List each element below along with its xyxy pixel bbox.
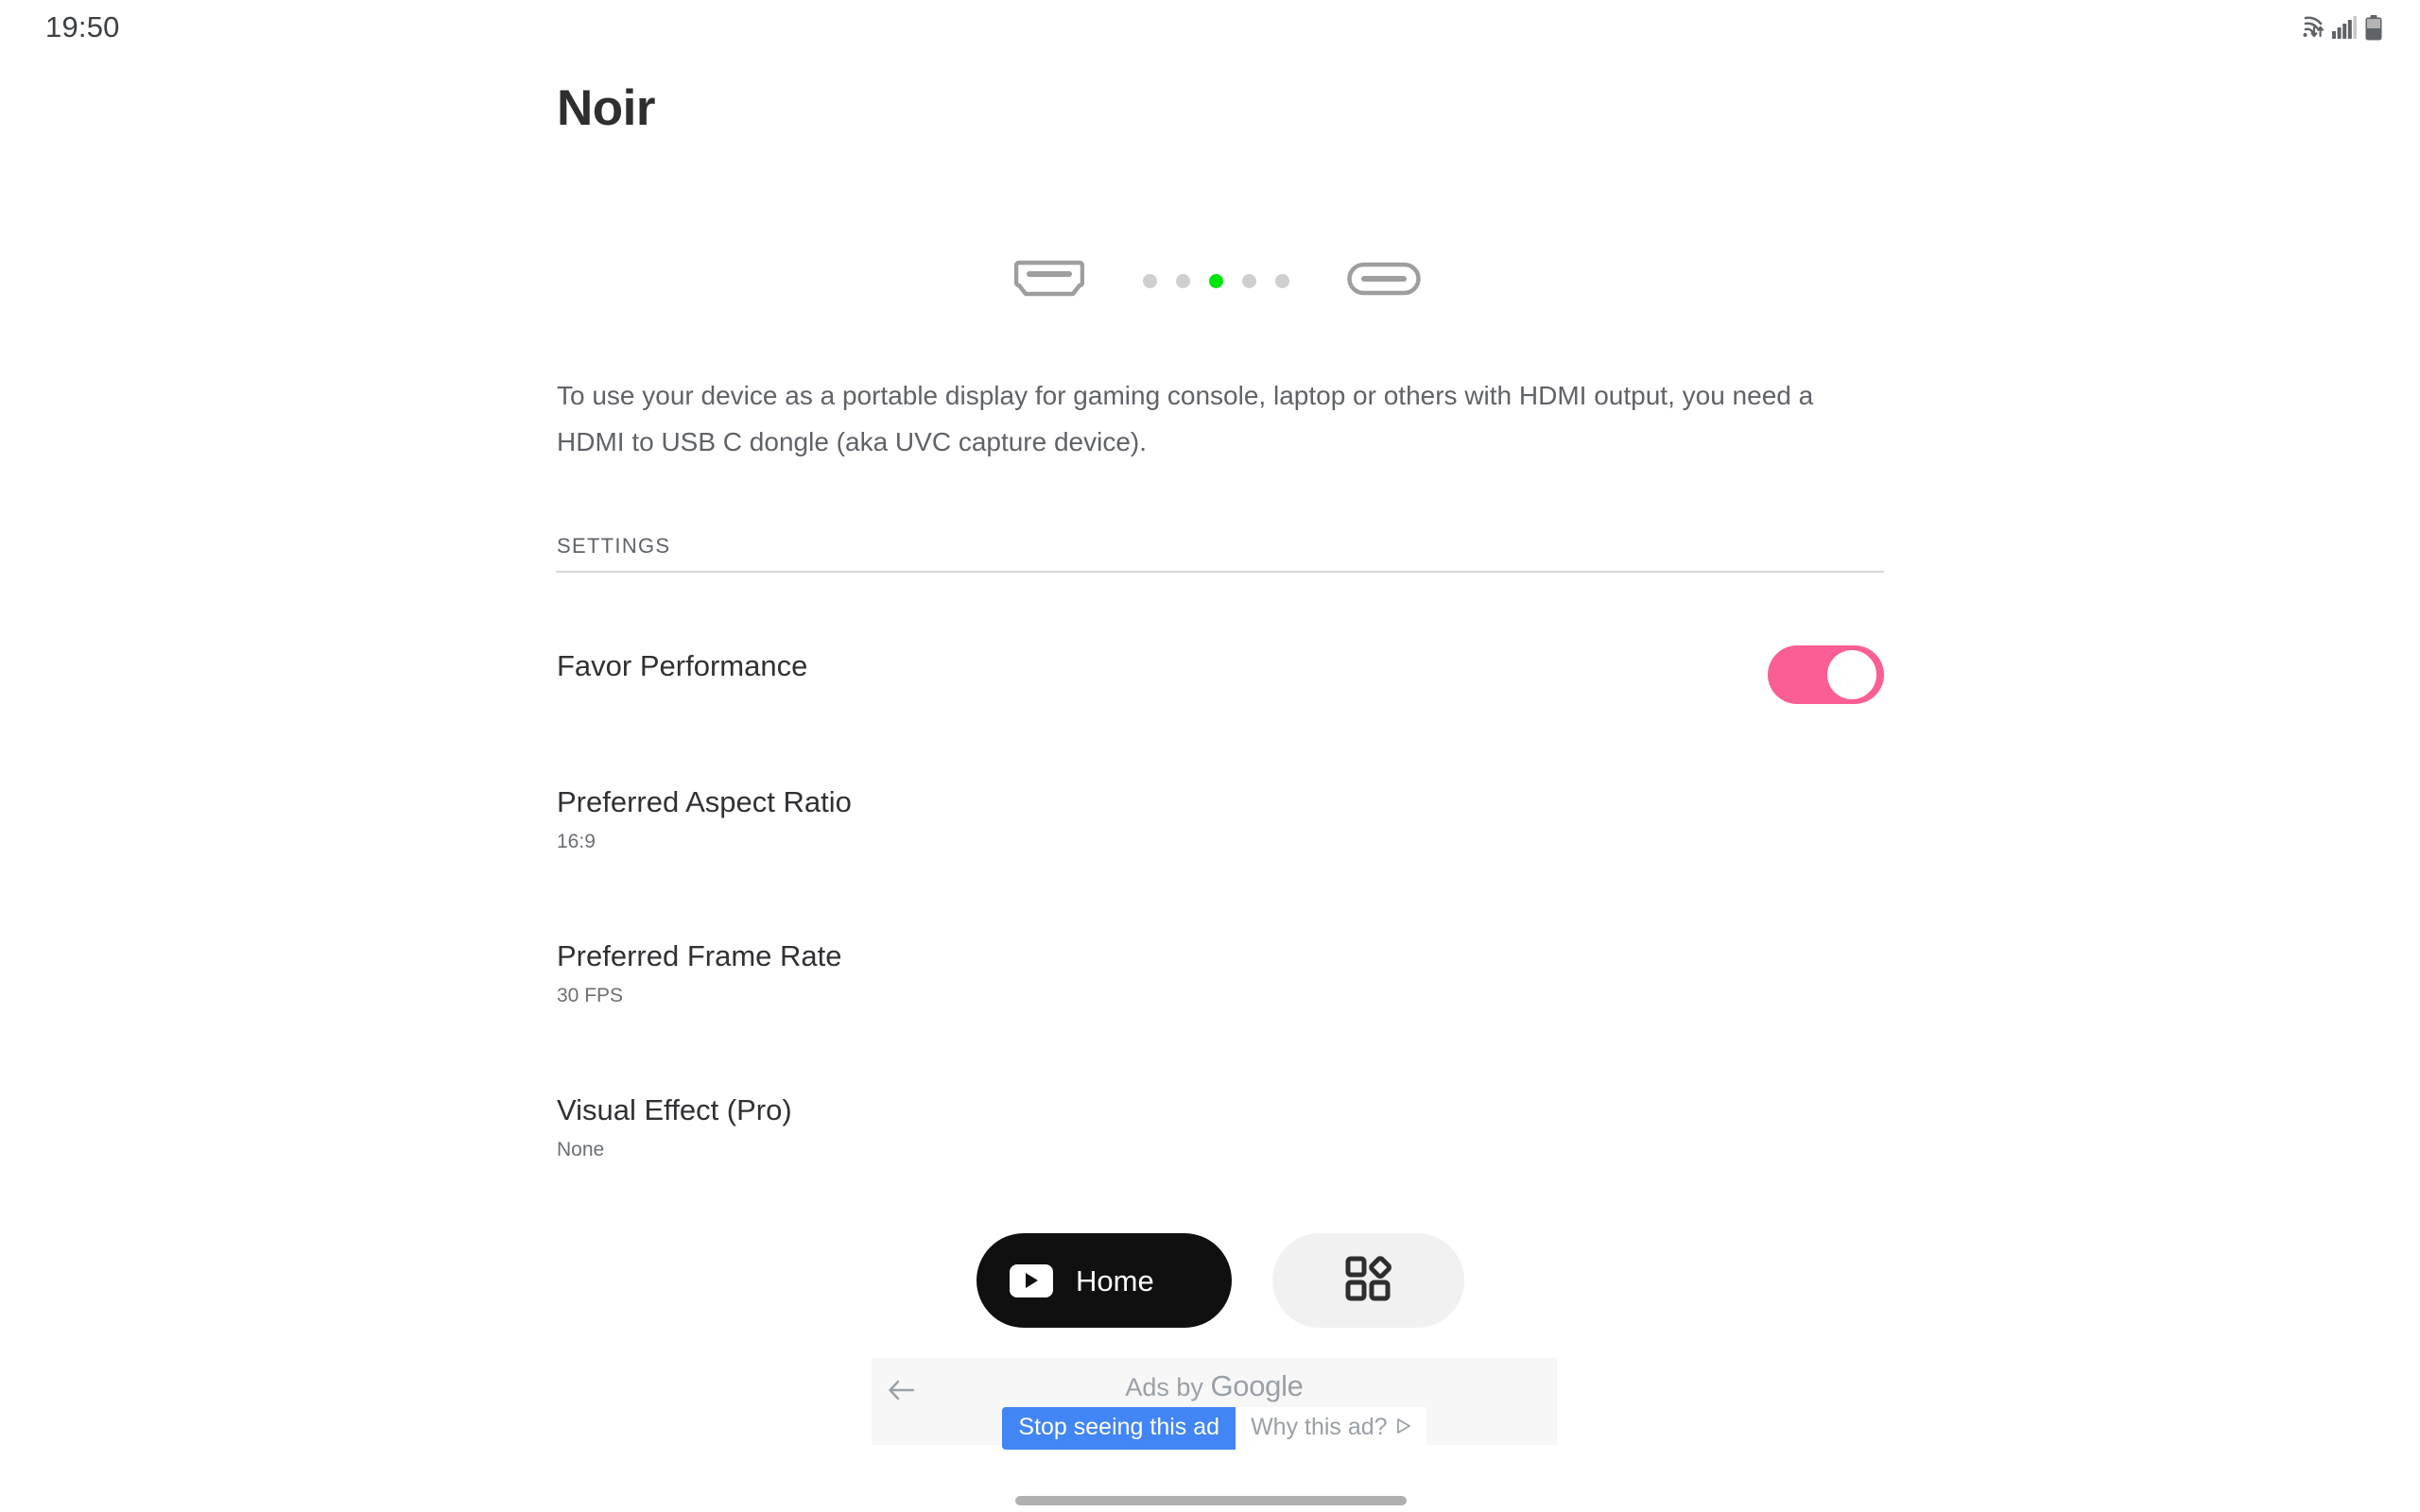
hdmi-port-icon [1013,259,1085,303]
setting-row-visual-effect[interactable]: Visual Effect (Pro) None [557,1093,1884,1161]
home-button[interactable]: Home [977,1233,1232,1328]
connection-dot [1175,273,1190,288]
home-indicator-bar [1015,1496,1407,1505]
connection-dots [1142,273,1289,288]
setting-title: Preferred Frame Rate [557,939,842,972]
description-text: To use your device as a portable display… [557,381,1814,456]
setting-title: Visual Effect (Pro) [557,1093,792,1126]
connection-dot [1241,273,1256,288]
setting-value: None [557,1139,605,1161]
setting-row-preferred-frame-rate[interactable]: Preferred Frame Rate 30 FPS [557,939,1884,1007]
why-this-ad-button[interactable]: Why this ad? [1236,1407,1426,1450]
setting-title: Favor Performance [557,649,808,682]
ad-choices-icon [1396,1416,1413,1439]
ads-by-google-byline: Ads by Google [872,1371,1557,1400]
google-wordmark: Google [1210,1369,1304,1402]
connection-illustration [1013,251,1421,310]
page-title: Noir [557,80,656,136]
stop-seeing-this-ad-button[interactable]: Stop seeing this ad [1002,1407,1236,1450]
page-content: Noir To use your device as a portable di… [0,0,2420,1512]
why-this-ad-label: Why this ad? [1251,1414,1388,1440]
setting-row-favor-performance[interactable]: Favor Performance [557,645,1884,716]
ad-action-buttons: Stop seeing this ad Why this ad? [872,1407,1557,1450]
settings-divider [556,571,1884,573]
usb-c-port-icon [1347,259,1421,303]
favor-performance-toggle[interactable] [1768,645,1884,704]
settings-section-label: SETTINGS [557,534,671,558]
apps-grid-icon [1344,1254,1393,1308]
ad-overlay: Ads by Google Stop seeing this ad Why th… [872,1358,1557,1450]
apps-button[interactable] [1272,1233,1464,1328]
connection-dot [1274,273,1289,288]
setting-row-preferred-aspect-ratio[interactable]: Preferred Aspect Ratio 16:9 [557,785,1884,853]
setting-value: 16:9 [557,831,596,853]
connection-dot [1142,273,1157,288]
setting-title: Preferred Aspect Ratio [557,785,852,818]
toggle-knob [1827,650,1876,699]
setting-value: 30 FPS [557,985,624,1007]
connection-dot-active [1208,273,1223,288]
action-button-group: Home [977,1233,1464,1328]
play-button-icon [1010,1263,1053,1297]
ad-byline-prefix: Ads by [1125,1373,1211,1401]
home-button-label: Home [1076,1263,1154,1297]
